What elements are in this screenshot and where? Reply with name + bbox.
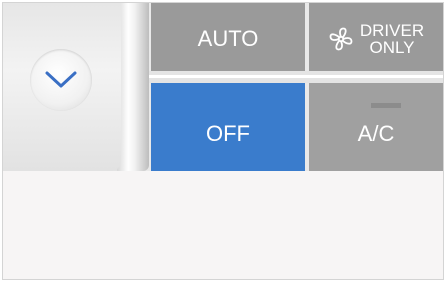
chevron-down-icon (45, 71, 77, 88)
off-button[interactable]: OFF (151, 83, 305, 171)
driver-only-button[interactable]: DRIVER ONLY (309, 3, 443, 71)
auto-label: AUTO (197, 26, 259, 51)
ac-button[interactable]: A/C (309, 83, 443, 171)
climate-control-panel-frame: AUTO DRIVER ONLY OFF A/C (2, 2, 444, 280)
fan-icon (329, 27, 353, 51)
driver-only-label: DRIVER ONLY (360, 22, 424, 56)
panel-divider-highlight (149, 75, 443, 78)
knob-ridge (117, 3, 149, 171)
ac-indicator-light (371, 103, 401, 108)
driver-only-content: DRIVER ONLY (328, 18, 424, 56)
driver-only-line1: DRIVER (359, 21, 425, 40)
temperature-down-button[interactable] (30, 49, 92, 111)
driver-only-line2: ONLY (369, 38, 415, 57)
auto-button[interactable]: AUTO (151, 3, 305, 71)
climate-control-panel: AUTO DRIVER ONLY OFF A/C (3, 3, 443, 171)
ac-label: A/C (357, 121, 395, 146)
off-label: OFF (206, 121, 250, 146)
